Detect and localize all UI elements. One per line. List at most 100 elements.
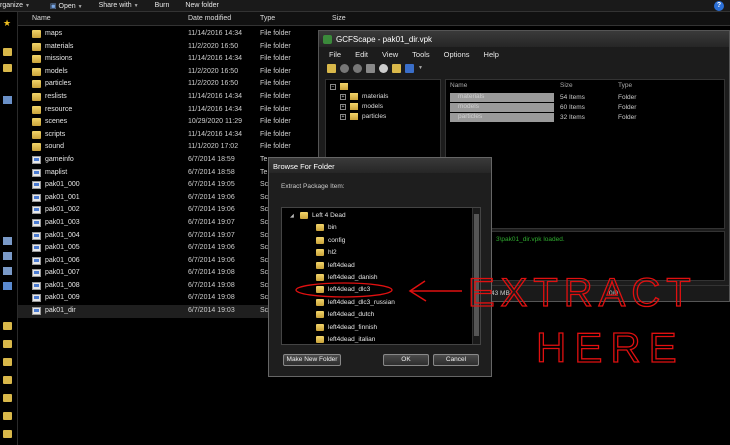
- folder-tree-item[interactable]: hl2: [282, 247, 470, 259]
- drive-icon[interactable]: [3, 267, 12, 275]
- log-message: 3\pak01_dir.vpk loaded.: [496, 236, 565, 243]
- file-name: pak01_008: [45, 281, 80, 289]
- file-icon: [32, 256, 41, 265]
- list-column-size[interactable]: Size: [560, 82, 573, 89]
- folder-icon[interactable]: [3, 48, 12, 56]
- expanded-arrow-icon[interactable]: ◢: [290, 213, 294, 219]
- folder-icon[interactable]: [392, 63, 401, 73]
- file-date: 6/7/2014 19:08: [188, 294, 235, 302]
- list-column-type[interactable]: Type: [618, 82, 632, 89]
- folder-icon[interactable]: [3, 340, 12, 348]
- folder-icon: [350, 103, 358, 110]
- folder-tree-item[interactable]: bin: [282, 222, 470, 234]
- list-item[interactable]: models 60 Items Folder: [446, 102, 726, 112]
- column-name[interactable]: Name: [32, 15, 51, 22]
- menu-edit[interactable]: Edit: [355, 50, 368, 59]
- folder-icon[interactable]: [3, 64, 12, 72]
- menu-tools[interactable]: Tools: [412, 50, 430, 59]
- list-item-size: 54 Items: [560, 94, 585, 101]
- folder-tree-item[interactable]: left4dead_danish: [282, 272, 470, 284]
- share-with-button[interactable]: Share with ▼: [99, 2, 139, 9]
- menu-file[interactable]: File: [329, 50, 341, 59]
- make-new-folder-button[interactable]: Make New Folder: [283, 354, 341, 366]
- burn-button[interactable]: Burn: [155, 2, 170, 9]
- folder-icon[interactable]: [3, 322, 12, 330]
- file-date: 11/2/2020 16:50: [188, 80, 239, 88]
- file-name: models: [45, 67, 68, 75]
- folder-tree-item[interactable]: left4dead_finnish: [282, 322, 470, 334]
- tree-item-materials[interactable]: materials: [362, 93, 388, 100]
- file-list-header: Name Date modified Type Size: [18, 12, 730, 26]
- organize-button[interactable]: rganize ▼: [0, 2, 30, 9]
- expand-icon[interactable]: +: [340, 114, 346, 120]
- close-file-icon[interactable]: [340, 63, 349, 73]
- new-folder-button[interactable]: New folder: [185, 2, 218, 9]
- folder-icon: [316, 236, 324, 244]
- find-icon[interactable]: [379, 63, 388, 73]
- favorites-star-icon[interactable]: ★: [3, 18, 12, 28]
- extract-icon[interactable]: [353, 63, 362, 73]
- folder-tree-item[interactable]: left4dead: [282, 260, 470, 272]
- tree-scrollbar[interactable]: [472, 208, 480, 344]
- help-icon[interactable]: ?: [714, 1, 724, 11]
- file-date: 11/14/2016 14:34: [188, 30, 242, 37]
- scrollbar-thumb[interactable]: [474, 214, 479, 336]
- folder-icon: [316, 311, 324, 319]
- file-name: pak01_006: [45, 256, 80, 264]
- network-icon[interactable]: [3, 282, 12, 290]
- tree-item-models[interactable]: models: [362, 103, 383, 110]
- gcfscape-title: GCFScape - pak01_dir.vpk: [336, 34, 433, 44]
- open-button[interactable]: ▣ Open ▼: [50, 2, 83, 10]
- expand-icon[interactable]: +: [340, 104, 346, 110]
- file-name: gameinfo: [45, 155, 74, 163]
- drive-icon[interactable]: [3, 252, 12, 260]
- file-date: 10/29/2020 11:29: [188, 118, 242, 126]
- tree-item-particles[interactable]: particles: [362, 113, 386, 120]
- collapse-icon[interactable]: −: [330, 84, 336, 90]
- list-item-type: Folder: [618, 114, 637, 121]
- file-type: Sc: [260, 244, 269, 252]
- menu-view[interactable]: View: [382, 50, 398, 59]
- folder-icon[interactable]: [3, 412, 12, 420]
- file-date: 11/14/2016 14:34: [188, 105, 242, 113]
- folder-icon[interactable]: [3, 376, 12, 384]
- list-item[interactable]: materials 54 Items Folder: [446, 92, 726, 102]
- folder-tree-item[interactable]: left4dead_dlc3_russian: [282, 297, 470, 309]
- folder-tree-item[interactable]: left4dead_dlc3: [282, 284, 470, 296]
- file-type: Sc: [260, 218, 269, 226]
- folder-icon[interactable]: [3, 430, 12, 438]
- list-item[interactable]: particles 32 Items Folder: [446, 112, 726, 122]
- folder-tree-label: config: [328, 236, 346, 244]
- gcfscape-titlebar[interactable]: GCFScape - pak01_dir.vpk: [319, 31, 729, 47]
- column-date-modified[interactable]: Date modified: [188, 15, 231, 22]
- folder-icon: [32, 55, 41, 64]
- open-icon[interactable]: [327, 63, 336, 73]
- view-icon[interactable]: [405, 63, 414, 73]
- ok-button[interactable]: OK: [383, 354, 429, 366]
- folder-tree-item[interactable]: left4dead_dutch: [282, 309, 470, 321]
- cancel-button[interactable]: Cancel: [433, 354, 479, 366]
- expand-icon[interactable]: +: [340, 94, 346, 100]
- file-name: pak01_001: [45, 193, 80, 201]
- folder-tree-item[interactable]: config: [282, 235, 470, 247]
- folder-tree-item[interactable]: left4dead_italian: [282, 334, 470, 344]
- menu-options[interactable]: Options: [444, 50, 470, 59]
- library-icon[interactable]: [3, 96, 12, 104]
- drive-icon[interactable]: [3, 237, 12, 245]
- column-size[interactable]: Size: [332, 15, 346, 22]
- file-date: 6/7/2014 18:59: [188, 155, 235, 163]
- menu-help[interactable]: Help: [484, 50, 499, 59]
- properties-icon[interactable]: [366, 63, 375, 73]
- chevron-down-icon[interactable]: ▼: [418, 65, 423, 71]
- list-column-name[interactable]: Name: [450, 82, 467, 89]
- dialog-title[interactable]: Browse For Folder: [269, 158, 491, 173]
- folder-icon[interactable]: [3, 394, 12, 402]
- column-type[interactable]: Type: [260, 15, 275, 22]
- file-name: pak01_007: [45, 269, 80, 277]
- list-item-type: Folder: [618, 94, 637, 101]
- file-type: File folder: [260, 130, 291, 138]
- folder-tree-item[interactable]: ◢ Left 4 Dead: [282, 210, 470, 222]
- folder-icon[interactable]: [3, 358, 12, 366]
- list-item-type: Folder: [618, 104, 637, 111]
- file-name: resource: [45, 105, 73, 113]
